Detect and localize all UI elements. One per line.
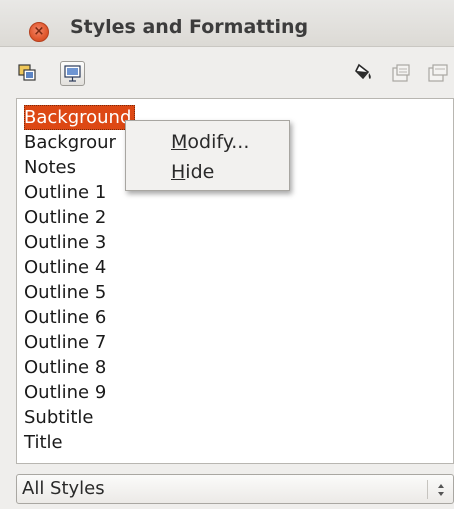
menu-item-label: ide bbox=[185, 161, 215, 183]
presentation-styles-button[interactable] bbox=[60, 61, 85, 86]
styles-toolbar bbox=[0, 48, 454, 98]
menu-item-mnemonic: H bbox=[171, 161, 186, 183]
update-style-icon bbox=[428, 64, 448, 82]
list-item[interactable]: Subtitle bbox=[24, 405, 93, 430]
new-style-from-selection-button[interactable] bbox=[390, 62, 412, 84]
context-menu: Modify... Hide bbox=[125, 120, 290, 191]
menu-item-hide[interactable]: Hide bbox=[171, 161, 214, 183]
list-item[interactable]: Outline 8 bbox=[24, 355, 106, 380]
fill-format-mode-button[interactable] bbox=[353, 61, 375, 83]
list-item[interactable]: Outline 6 bbox=[24, 305, 106, 330]
style-filter-dropdown[interactable]: All Styles bbox=[16, 474, 454, 504]
title-bar: × Styles and Formatting bbox=[0, 0, 454, 47]
styles-and-formatting-window: × Styles and Formatting Background Backg… bbox=[0, 0, 454, 509]
list-item[interactable]: Outline 1 bbox=[24, 180, 106, 205]
menu-item-mnemonic: M bbox=[171, 131, 188, 153]
list-item[interactable]: Backgrour bbox=[24, 130, 116, 155]
dropdown-divider bbox=[427, 480, 428, 499]
dropdown-value: All Styles bbox=[22, 478, 105, 499]
update-style-button[interactable] bbox=[426, 62, 454, 84]
list-item[interactable]: Title bbox=[24, 430, 63, 455]
window-title: Styles and Formatting bbox=[70, 16, 309, 38]
list-item[interactable]: Outline 4 bbox=[24, 255, 106, 280]
drawing-styles-button[interactable] bbox=[16, 62, 38, 84]
list-item[interactable]: Outline 9 bbox=[24, 380, 106, 405]
menu-item-label: odify... bbox=[187, 131, 250, 153]
list-item[interactable]: Outline 7 bbox=[24, 330, 106, 355]
new-style-from-selection-icon bbox=[392, 64, 410, 82]
fill-format-mode-icon bbox=[355, 63, 371, 80]
list-item[interactable]: Outline 2 bbox=[24, 205, 106, 230]
list-item[interactable]: Outline 3 bbox=[24, 230, 106, 255]
updown-arrow-icon bbox=[438, 484, 444, 496]
list-item[interactable]: Background bbox=[24, 105, 136, 130]
close-icon: × bbox=[33, 24, 45, 39]
list-item[interactable]: Notes bbox=[24, 155, 76, 180]
drawing-styles-icon bbox=[18, 64, 36, 81]
presentation-styles-icon bbox=[64, 65, 81, 82]
menu-item-modify[interactable]: Modify... bbox=[171, 131, 249, 153]
close-button[interactable]: × bbox=[29, 22, 49, 42]
list-item[interactable]: Outline 5 bbox=[24, 280, 106, 305]
